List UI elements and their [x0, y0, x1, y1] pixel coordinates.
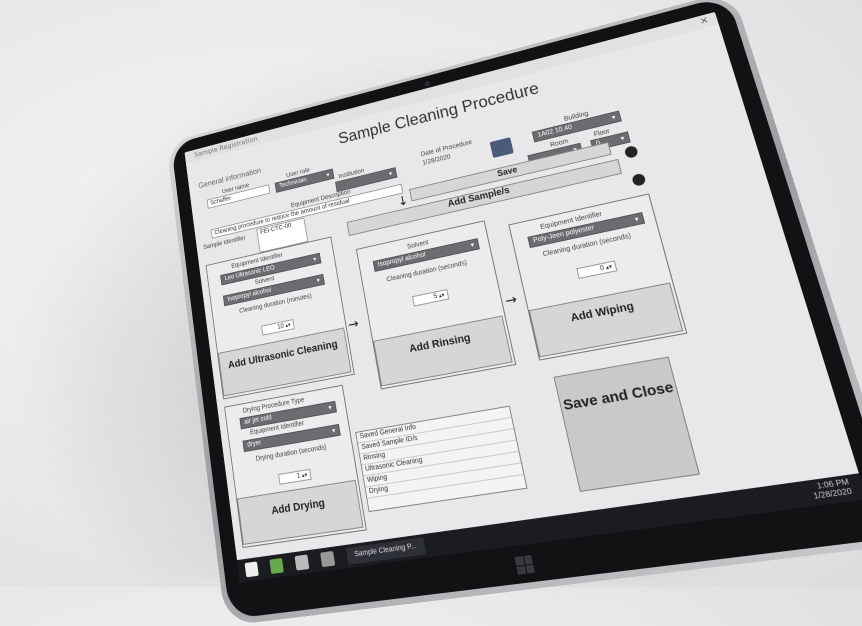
- rinsing-duration-stepper[interactable]: 5: [412, 289, 450, 307]
- add-wiping-button[interactable]: Add Wiping: [528, 282, 684, 358]
- status-indicator-2: [631, 172, 647, 187]
- app-icon[interactable]: [269, 557, 284, 575]
- wiping-panel: Equipment Identifier Poly-Jeen polyester…: [508, 193, 688, 361]
- arrow-right-icon: →: [503, 291, 519, 310]
- folder-icon[interactable]: [294, 554, 310, 571]
- start-icon[interactable]: [244, 561, 259, 578]
- windows-logo-icon: [514, 554, 535, 575]
- app-icon[interactable]: [320, 550, 336, 568]
- procedure-log-list[interactable]: Saved General Info Saved Sample ID/s Rin…: [355, 405, 528, 513]
- add-rinsing-button[interactable]: Add Rinsing: [373, 315, 513, 387]
- taskbar-clock[interactable]: 1:06 PM 1/28/2020: [810, 478, 853, 502]
- ultrasonic-panel: Equipment Identifier Leo Ultrasonic LEO …: [205, 236, 355, 400]
- wiping-duration-stepper[interactable]: 0: [576, 260, 618, 279]
- add-drying-button[interactable]: Add Drying: [236, 479, 364, 545]
- rinsing-panel: Solvent Isopropyl alcohol Cleaning durat…: [355, 220, 517, 390]
- ultrasonic-duration-stepper[interactable]: 10: [261, 319, 295, 336]
- drying-duration-stepper[interactable]: 1: [278, 468, 312, 485]
- close-icon[interactable]: ×: [698, 15, 710, 27]
- save-and-close-button[interactable]: Save and Close: [553, 356, 701, 493]
- sample-identifier-label: Sample Identifier: [202, 235, 246, 251]
- status-indicator-1: [623, 145, 639, 159]
- calendar-icon[interactable]: [489, 137, 514, 158]
- drying-panel: Drying Procedure Type air jet cold Equip…: [224, 384, 367, 549]
- photo-scene: Sample Registration × Sample Cleaning Pr…: [0, 0, 862, 626]
- arrow-right-icon: →: [347, 316, 360, 334]
